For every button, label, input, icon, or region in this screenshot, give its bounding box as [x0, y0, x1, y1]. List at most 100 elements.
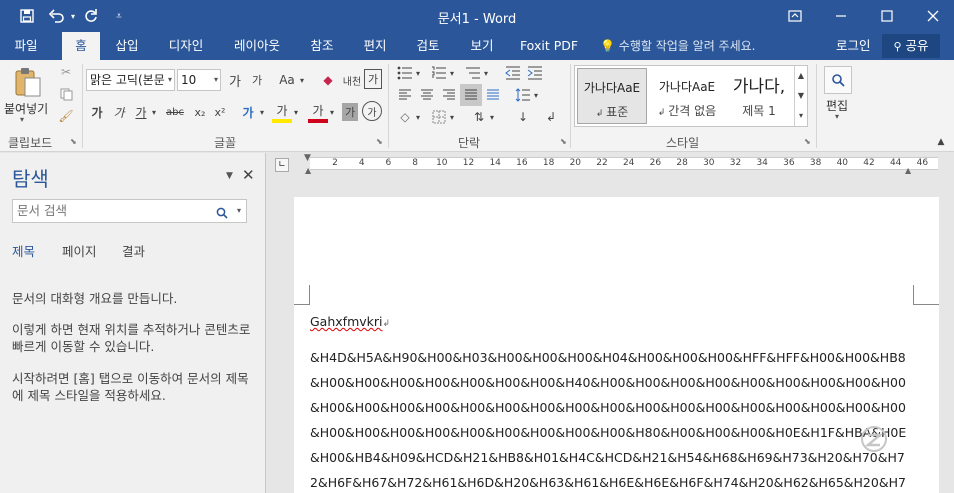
paste-icon[interactable]	[10, 64, 46, 100]
align-left-icon[interactable]	[396, 86, 414, 104]
bold-button[interactable]: 가	[88, 101, 106, 123]
numbering-dropdown-icon[interactable]: ▾	[448, 66, 456, 80]
gallery-more-icon[interactable]: ▾	[794, 106, 807, 126]
change-case-button[interactable]: Aa	[276, 69, 298, 91]
asian-layout-dropdown-icon[interactable]: ▾	[488, 110, 496, 124]
document-text-line[interactable]: &H00&HB4&H09&HCD&H21&HB8&H01&H4C&HCD&H21…	[310, 450, 905, 465]
cut-icon[interactable]: ✂	[58, 64, 74, 80]
tab-home[interactable]: 홈	[62, 32, 100, 60]
nav-tab-pages[interactable]: 페이지	[62, 241, 97, 260]
justify-icon[interactable]	[460, 84, 482, 106]
align-right-icon[interactable]	[440, 86, 458, 104]
shrink-font-button[interactable]: 가	[248, 69, 266, 91]
tab-design[interactable]: 디자인	[160, 32, 212, 60]
multilevel-list-icon[interactable]	[464, 64, 482, 82]
borders-dropdown-icon[interactable]: ▾	[448, 110, 456, 124]
paste-button[interactable]: 붙여넣기	[4, 100, 48, 117]
multilevel-list-dropdown-icon[interactable]: ▾	[482, 66, 490, 80]
document-text-line[interactable]: &H4D&H5A&H90&H00&H03&H00&H00&H00&H04&H00…	[310, 350, 906, 365]
style-normal[interactable]: 가나다AaE ↲ 표준	[577, 68, 647, 124]
clipboard-launcher-icon[interactable]: ⬊	[70, 137, 77, 146]
underline-dropdown-icon[interactable]: ▾	[150, 105, 158, 119]
close-icon[interactable]	[910, 0, 954, 32]
distributed-icon[interactable]	[484, 86, 502, 104]
nav-tab-results[interactable]: 결과	[122, 241, 145, 260]
enclose-characters-button[interactable]: 가	[364, 69, 382, 89]
search-dropdown-icon[interactable]: ▾	[237, 200, 241, 222]
bullets-dropdown-icon[interactable]: ▾	[414, 66, 422, 80]
asian-layout-icon[interactable]: ⇅	[470, 108, 488, 126]
change-case-dropdown-icon[interactable]: ▾	[298, 73, 306, 87]
tab-selector-icon[interactable]: ∟	[275, 158, 289, 172]
editing-dropdown-icon[interactable]: ▾	[835, 112, 839, 121]
character-shading-button[interactable]: 가	[342, 103, 358, 121]
tab-review[interactable]: 검토	[406, 32, 450, 60]
share-button[interactable]: ⚲ 공유	[882, 34, 940, 58]
right-indent-marker[interactable]: ▲	[905, 166, 911, 175]
style-no-spacing[interactable]: 가나다AaE ↲ 간격 없음	[651, 68, 723, 124]
align-center-icon[interactable]	[418, 86, 436, 104]
copy-icon[interactable]	[58, 86, 74, 102]
grow-font-button[interactable]: 가	[226, 69, 244, 91]
sort-icon[interactable]: ↓	[514, 108, 532, 126]
nav-options-icon[interactable]: ▼	[226, 171, 233, 181]
decrease-indent-icon[interactable]	[504, 64, 522, 82]
superscript-button[interactable]: x²	[210, 101, 230, 123]
search-icon[interactable]	[824, 66, 852, 94]
highlight-dropdown-icon[interactable]: ▾	[292, 105, 300, 119]
highlight-button[interactable]: 가	[272, 101, 292, 123]
line-spacing-dropdown-icon[interactable]: ▾	[532, 88, 540, 102]
borders-icon[interactable]	[430, 108, 448, 126]
style-heading-1[interactable]: 가나다, 제목 1	[725, 68, 793, 124]
sign-in-link[interactable]: 로그인	[836, 32, 871, 60]
document-text-line[interactable]: 2&H6F&H67&H72&H61&H6D&H20&H63&H61&H6E&H6…	[310, 475, 906, 490]
document-text-line[interactable]: &H00&H00&H00&H00&H00&H00&H00&H00&H00&H00…	[310, 400, 906, 415]
font-launcher-icon[interactable]: ⬊	[376, 137, 383, 146]
paragraph-launcher-icon[interactable]: ⬊	[560, 137, 567, 146]
text-effects-button[interactable]: 가	[238, 101, 258, 123]
text-effects-dropdown-icon[interactable]: ▾	[258, 105, 266, 119]
font-name-combo[interactable]: 맑은 고딕(본문 ▾	[86, 69, 175, 91]
underline-button[interactable]: 가	[132, 101, 150, 123]
close-pane-icon[interactable]: ✕	[242, 166, 255, 184]
phonetic-guide-button[interactable]: 내천	[340, 69, 364, 91]
font-size-combo[interactable]: 10 ▾	[177, 69, 221, 91]
tab-foxit-pdf[interactable]: Foxit PDF	[514, 32, 584, 60]
shading-dropdown-icon[interactable]: ▾	[414, 110, 422, 124]
ribbon-display-options-icon[interactable]	[772, 0, 818, 32]
tab-references[interactable]: 참조	[300, 32, 344, 60]
enclosed-character-button[interactable]: 가	[362, 101, 382, 121]
increase-indent-icon[interactable]	[526, 64, 544, 82]
document-search-input[interactable]: 문서 검색 ▾	[12, 199, 247, 223]
tell-me-box[interactable]: 💡 수행할 작업을 알려 주세요.	[600, 32, 755, 60]
line-spacing-icon[interactable]	[514, 86, 532, 104]
document-page[interactable]: Gahxfmvkri↲ &H4D&H5A&H90&H00&H03&H00&H00…	[294, 197, 939, 493]
shading-icon[interactable]: ◇	[396, 108, 414, 126]
gallery-scroll-up-icon[interactable]: ▲	[794, 66, 807, 86]
numbering-icon[interactable]	[430, 64, 448, 82]
tab-insert[interactable]: 삽입	[106, 32, 148, 60]
subscript-button[interactable]: x₂	[190, 101, 210, 123]
strikethrough-button[interactable]: abc	[162, 101, 188, 123]
nav-tab-headings[interactable]: 제목	[12, 241, 35, 260]
tab-file[interactable]: 파일	[4, 32, 48, 60]
tab-mailings[interactable]: 편지	[354, 32, 396, 60]
italic-button[interactable]: 가	[110, 101, 128, 123]
tab-view[interactable]: 보기	[460, 32, 504, 60]
first-line-indent-marker[interactable]: ▼	[304, 153, 311, 163]
styles-launcher-icon[interactable]: ⬊	[804, 137, 811, 146]
hanging-indent-marker[interactable]: ▲	[305, 166, 311, 175]
collapse-ribbon-icon[interactable]: ▲	[934, 136, 948, 148]
maximize-icon[interactable]	[864, 0, 910, 32]
search-icon[interactable]	[216, 204, 228, 226]
document-text-line[interactable]: &H00&H00&H00&H00&H00&H00&H00&H40&H00&H00…	[310, 375, 906, 390]
font-size-dropdown-icon[interactable]: ▾	[214, 70, 218, 90]
font-color-button[interactable]: 가	[308, 101, 328, 123]
clear-formatting-icon[interactable]: ◆	[318, 69, 338, 91]
document-title-line[interactable]: Gahxfmvkri↲	[310, 314, 390, 329]
show-formatting-marks-icon[interactable]: ↲	[542, 108, 560, 126]
gallery-scroll-down-icon[interactable]: ▼	[794, 86, 807, 106]
font-color-dropdown-icon[interactable]: ▾	[328, 105, 336, 119]
bullets-icon[interactable]	[396, 64, 414, 82]
tab-layout[interactable]: 레이아웃	[226, 32, 288, 60]
